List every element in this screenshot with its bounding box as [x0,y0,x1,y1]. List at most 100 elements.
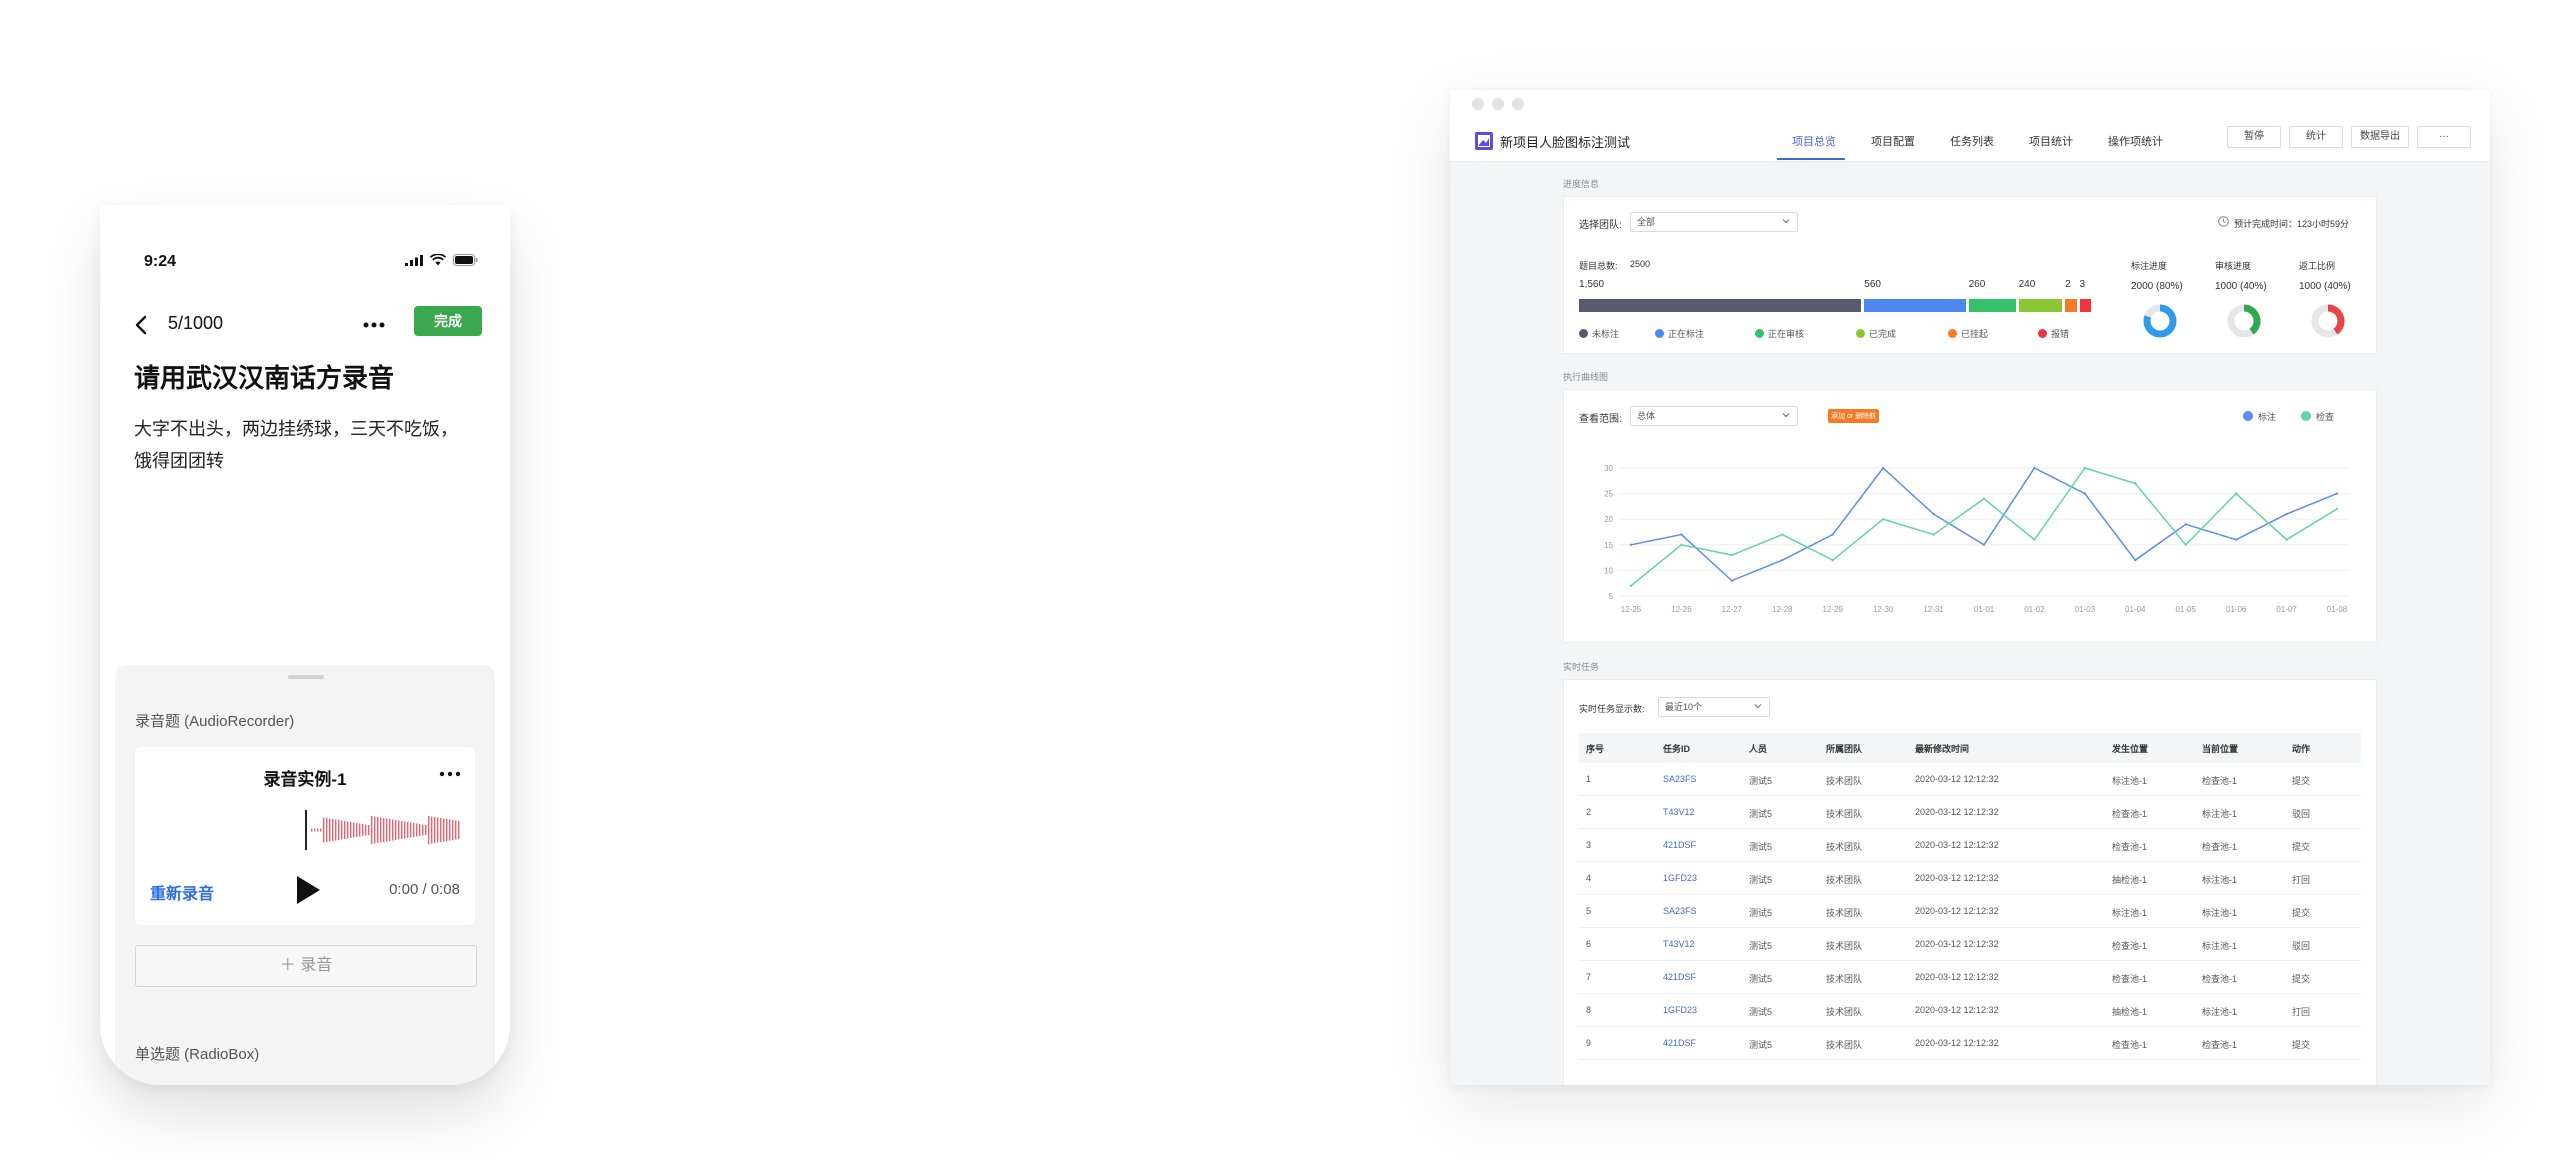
chart-legend-item[interactable]: 检查 [2301,410,2334,423]
column-header[interactable]: 所属团队 [1826,742,1862,755]
column-header[interactable]: 当前位置 [2202,742,2238,755]
table-row[interactable]: 7 421DSF 测试5 技术团队 2020-03-12 12:12:32 检查池-1 检查… [1579,961,2361,994]
table-row[interactable]: 6 T43V12 测试5 技术团队 2020-03-12 12:12:32 检查池-1 标注… [1579,928,2361,961]
count-select[interactable]: 最近10个 [1658,697,1770,717]
total-value: 2500 [1630,259,1651,269]
tab-config[interactable]: 项目配置 [1871,133,1915,149]
count-select-value: 最近10个 [1665,702,1703,712]
kpi-value: 2000 (80%) [2131,281,2183,292]
window-minimize-dot[interactable] [1492,98,1504,110]
table-row[interactable]: 1 SA23FS 测试5 技术团队 2020-03-12 12:12:32 标注池-1 检查… [1579,763,2361,796]
tab-task-list[interactable]: 任务列表 [1950,133,1994,149]
progress-segment [1968,299,2016,312]
waveform-bar [362,824,364,836]
question-title: 请用武汉汉南话方录音 [134,363,395,393]
kpi-value: 1000 (40%) [2299,281,2351,292]
cellular-signal-icon [405,254,423,266]
table-row[interactable]: 2 T43V12 测试5 技术团队 2020-03-12 12:12:32 检查池-1 标注… [1579,796,2361,829]
mobile-app: 9:24 5/1000 完成 请用武汉汉南话方录音 大字不出头，两边挂绣球，三天… [100,205,510,1085]
tab-project-stats[interactable]: 项目统计 [2029,133,2073,149]
waveform-bar [341,820,343,840]
table-row[interactable]: 9 421DSF 测试5 技术团队 2020-03-12 12:12:32 检查池-1 检查… [1579,1027,2361,1060]
stats-button[interactable]: 统计 [2289,126,2343,148]
table-cell: 2020-03-12 12:12:32 [1915,906,1999,916]
legend-dot-icon [2038,329,2047,338]
task-id-link[interactable]: T43V12 [1663,807,1695,817]
waveform-bar [329,818,331,842]
waveform-bar [344,821,346,839]
column-header[interactable]: 人员 [1749,742,1767,755]
playhead[interactable] [305,810,307,850]
column-header[interactable]: 发生位置 [2112,742,2148,755]
progress-segment-label: 1,560 [1579,279,1605,290]
tab-operation-stats[interactable]: 操作项统计 [2108,133,2163,149]
column-header[interactable]: 最新修改时间 [1915,742,1969,755]
table-row[interactable]: 4 1GFD23 测试5 技术团队 2020-03-12 12:12:32 抽检池-1 标注… [1579,862,2361,895]
waveform-bar [314,828,316,832]
table-cell: 驳回 [2292,941,2311,951]
waveform-bar [332,819,334,841]
column-header[interactable]: 动作 [2292,742,2310,755]
task-id-link[interactable]: SA23FS [1663,774,1697,784]
waveform-bar [359,823,361,837]
progress-segment [1864,299,1966,312]
column-header[interactable]: 序号 [1586,742,1604,755]
task-id-link[interactable]: 1GFD23 [1663,873,1697,883]
more-options-icon[interactable] [362,315,386,335]
y-tick-label: 15 [1604,541,1613,550]
x-tick-label: 01-01 [1974,605,1995,614]
waveform-bar [395,820,397,840]
table-cell: 测试5 [1749,875,1773,885]
section-label-radio: 单选题 (RadioBox) [135,1046,260,1063]
chart-tag[interactable]: 添加 or 删除航 [1828,409,1880,423]
window-maximize-dot[interactable] [1512,98,1524,110]
chart-legend-item[interactable]: 标注 [2243,410,2276,423]
task-id-link[interactable]: 421DSF [1663,1038,1696,1048]
data-point [2033,466,2036,470]
recorder-card: 录音实例-1 重新录音 0:00 / 0:08 [135,747,475,925]
waveform-bar [374,816,376,844]
task-id-link[interactable]: 421DSF [1663,840,1696,850]
table-cell: 2020-03-12 12:12:32 [1915,873,1999,883]
table-row[interactable]: 8 1GFD23 测试5 技术团队 2020-03-12 12:12:32 抽检池-1 标注… [1579,994,2361,1027]
data-point [1982,497,1986,500]
table-row[interactable]: 3 421DSF 测试5 技术团队 2020-03-12 12:12:32 检查池-1 检查… [1579,829,2361,862]
wifi-icon [430,254,446,266]
window-close-dot[interactable] [1472,98,1484,110]
app-header: 新项目人脸图标注测试 项目总览 项目配置 任务列表 项目统计 操作项统计 暂停 … [1450,118,2490,162]
recorder-more-icon[interactable] [439,769,461,779]
waveform-bar [311,828,313,832]
export-button[interactable]: 数据导出 [2351,126,2409,148]
table-row[interactable]: 5 SA23FS 测试5 技术团队 2020-03-12 12:12:32 标注池-1 标注… [1579,895,2361,928]
task-id-link[interactable]: 421DSF [1663,972,1696,982]
back-chevron-icon[interactable] [130,313,154,337]
team-select[interactable]: 全部 [1630,212,1798,232]
play-icon[interactable] [295,875,321,905]
task-id-link[interactable]: T43V12 [1663,939,1695,949]
progress-segment-label: 3 [2079,279,2086,290]
data-point [1629,543,1633,546]
waveform-bar [380,817,382,843]
task-id-link[interactable]: 1GFD23 [1663,1005,1697,1015]
more-button[interactable]: ··· [2417,126,2471,148]
pause-button[interactable]: 暂停 [2227,126,2281,148]
waveform-bar [425,825,427,835]
table-cell: 检查池-1 [2202,776,2238,786]
table-cell: 技术团队 [1826,1040,1863,1050]
progress-segment-label: 2 [2065,279,2071,290]
data-point [1629,584,1633,587]
data-point [1982,543,1986,546]
add-recording-button[interactable]: ＋ 录音 [135,945,477,987]
table-cell: 提交 [2292,1040,2311,1050]
audio-waveform[interactable] [305,810,460,850]
range-select[interactable]: 总体 [1630,406,1798,426]
legend-label: 检查 [2316,412,2335,422]
done-button[interactable]: 完成 [414,306,482,336]
sheet-grabber[interactable] [288,675,324,679]
waveform-bar [347,821,349,839]
task-id-link[interactable]: SA23FS [1663,906,1697,916]
column-header[interactable]: 任务ID [1663,742,1690,755]
rerecord-button[interactable]: 重新录音 [150,880,214,904]
waveform-bar [419,824,421,836]
tab-overview[interactable]: 项目总览 [1792,133,1836,149]
